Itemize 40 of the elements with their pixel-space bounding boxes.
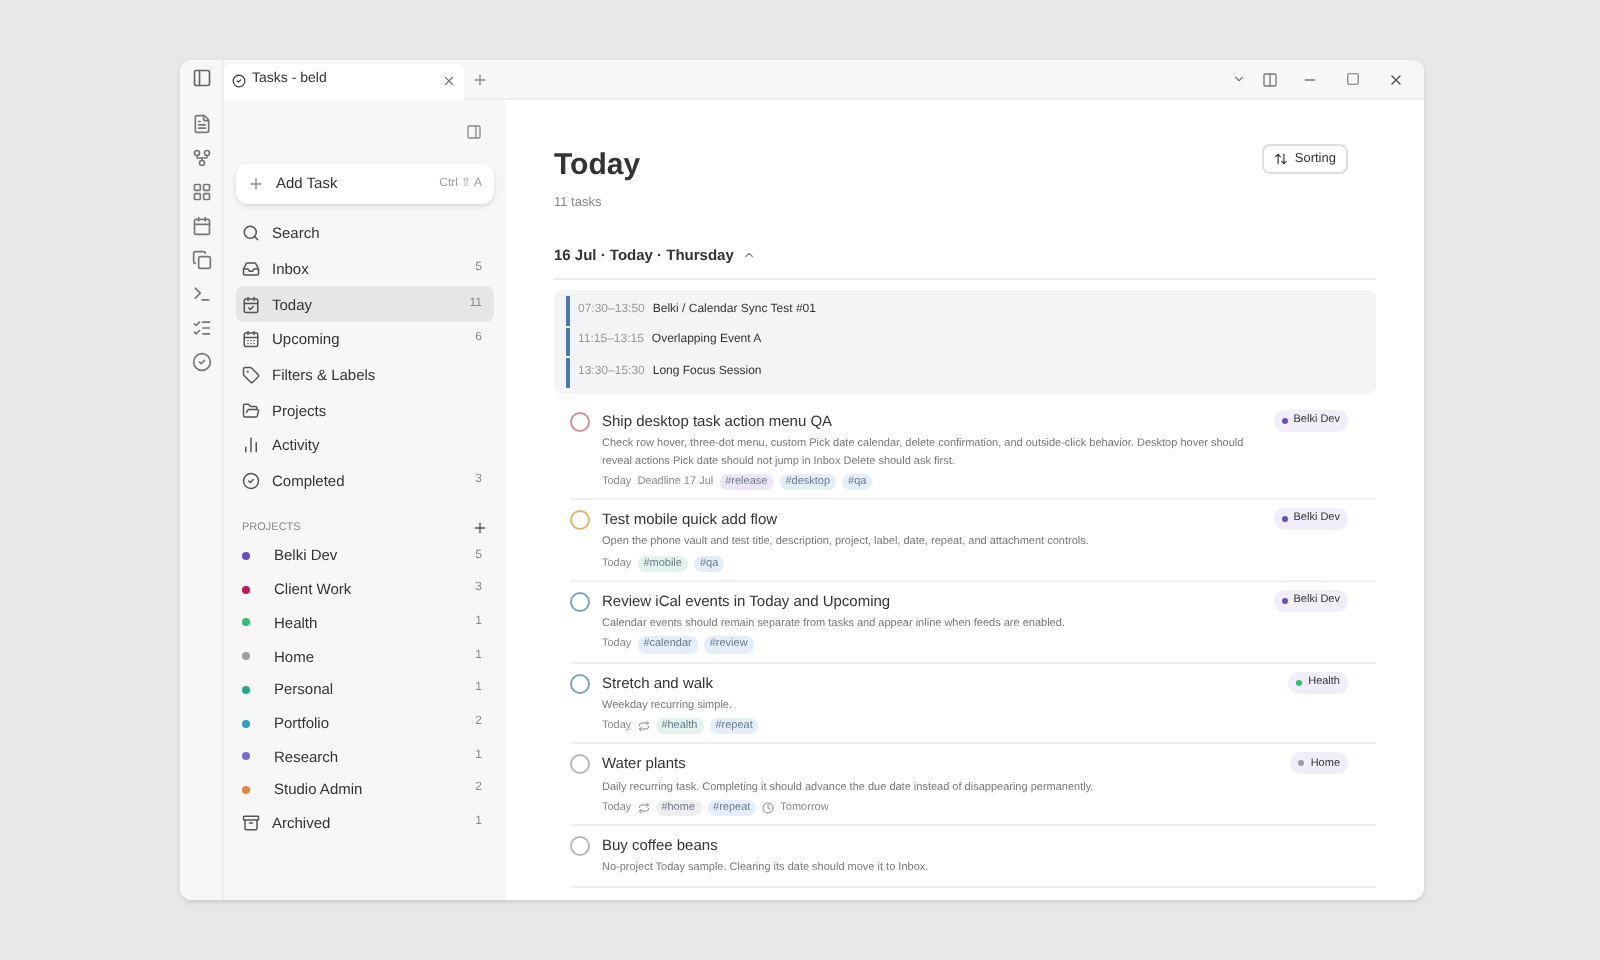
archive-icon	[242, 814, 260, 833]
clock-icon	[762, 801, 775, 814]
checklist-icon[interactable]	[191, 318, 211, 338]
repeat-icon	[637, 801, 650, 814]
calendar-icon[interactable]	[191, 216, 211, 236]
task-checkbox[interactable]	[570, 836, 590, 856]
projects-icon	[242, 401, 260, 420]
collapse-icon[interactable]	[741, 248, 756, 263]
task-checkbox[interactable]	[570, 510, 590, 530]
sort-icon	[1274, 152, 1289, 166]
task-checkbox[interactable]	[570, 754, 590, 775]
plus-icon	[248, 176, 264, 192]
add-project-icon[interactable]	[472, 519, 488, 536]
check-circle-icon[interactable]	[191, 352, 211, 372]
close-icon[interactable]	[1388, 71, 1404, 87]
chevron-icon[interactable]	[1232, 72, 1246, 86]
panel-icon[interactable]	[466, 124, 482, 140]
grid-icon[interactable]	[191, 182, 211, 202]
task-checkbox[interactable]	[570, 591, 590, 612]
task-checkbox[interactable]	[570, 673, 590, 693]
page-title: Today	[554, 146, 641, 186]
completed-icon	[242, 472, 260, 491]
today-icon	[242, 295, 260, 314]
repeat-icon	[637, 720, 650, 733]
task-checkbox[interactable]	[570, 412, 590, 432]
terminal-icon[interactable]	[191, 284, 211, 304]
upcoming-icon	[242, 330, 260, 349]
branch-icon[interactable]	[191, 148, 211, 168]
maximize-icon[interactable]	[1346, 72, 1360, 86]
filters-icon	[242, 366, 260, 385]
copy-icon[interactable]	[191, 250, 211, 270]
check-circle-icon	[232, 74, 246, 88]
new-tab-icon[interactable]	[472, 71, 488, 87]
search-icon	[242, 224, 260, 243]
sidebar-toggle-icon[interactable]	[191, 68, 211, 88]
inbox-icon	[242, 260, 260, 279]
split-icon[interactable]	[1262, 71, 1278, 87]
close-icon[interactable]	[442, 74, 456, 88]
file-icon[interactable]	[191, 114, 211, 134]
activity-icon	[242, 436, 260, 455]
